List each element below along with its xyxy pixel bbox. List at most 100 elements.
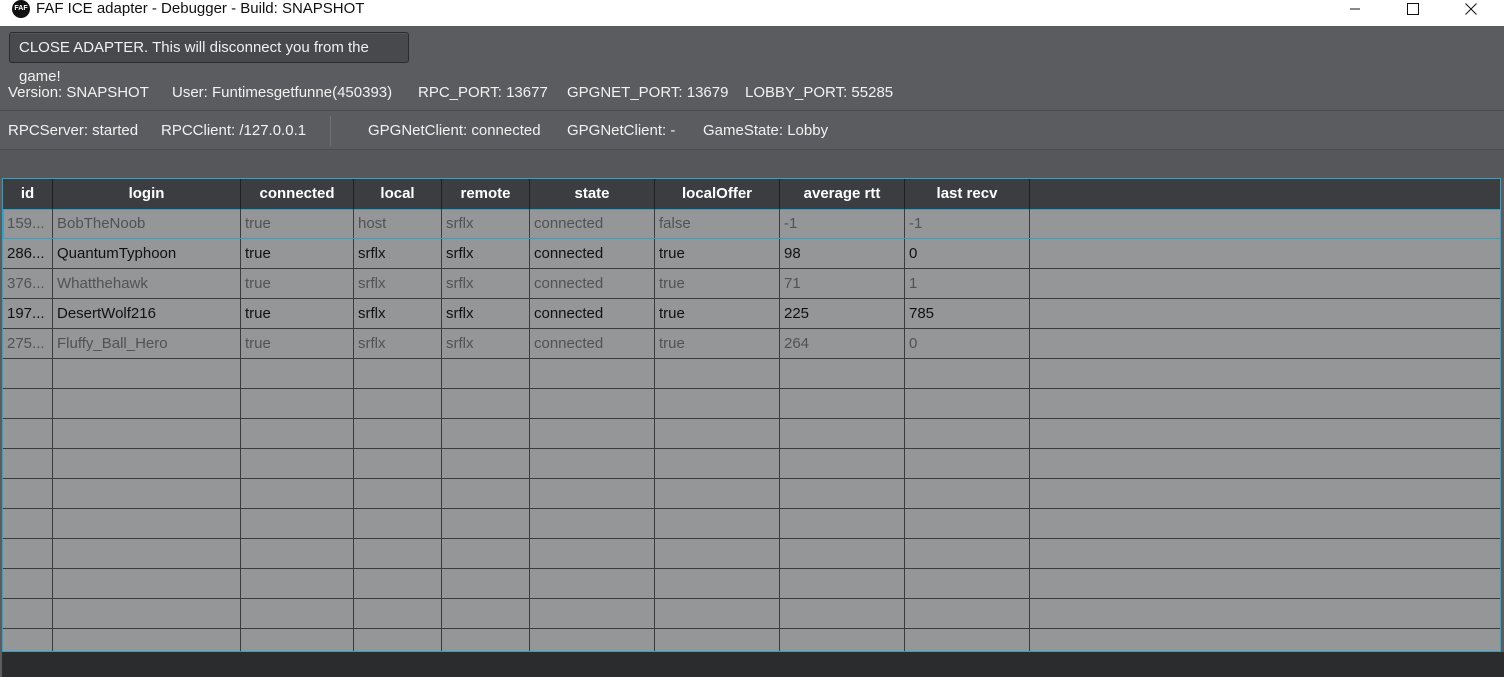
empty-cell (905, 629, 1030, 651)
column-header-connected[interactable]: connected (241, 179, 354, 209)
empty-table-row (3, 599, 1500, 629)
empty-cell (780, 569, 905, 598)
empty-cell (354, 629, 442, 651)
column-header-filler (1030, 179, 1500, 209)
cell-login: Whatthehawk (53, 269, 241, 298)
cell-id: 275... (3, 329, 53, 358)
cell-local-offer: false (655, 209, 780, 238)
empty-cell (442, 539, 530, 568)
peer-table[interactable]: id login connected local remote state localOff… (2, 178, 1501, 652)
empty-cell (530, 509, 655, 538)
maximize-icon (1407, 3, 1419, 15)
empty-cell (53, 539, 241, 568)
empty-cell (905, 569, 1030, 598)
column-header-id[interactable]: id (3, 179, 53, 209)
column-header-local[interactable]: local (354, 179, 442, 209)
cell-local-offer: true (655, 269, 780, 298)
empty-cell (241, 569, 354, 598)
empty-cell (53, 479, 241, 508)
cell-login: DesertWolf216 (53, 299, 241, 328)
empty-cell (780, 359, 905, 388)
column-header-login[interactable]: login (53, 179, 241, 209)
empty-cell (780, 629, 905, 651)
gpgnet-client-status: GPGNetClient: connected (368, 122, 541, 139)
empty-cell (53, 449, 241, 478)
bottom-panel (2, 652, 1504, 677)
empty-cell (655, 479, 780, 508)
column-header-last-recv[interactable]: last recv (905, 179, 1030, 209)
maximize-button[interactable] (1390, 0, 1436, 18)
empty-cell (3, 629, 53, 651)
empty-cell (241, 389, 354, 418)
cell-average-rtt: 264 (780, 329, 905, 358)
column-header-local-offer[interactable]: localOffer (655, 179, 780, 209)
empty-cell (3, 359, 53, 388)
empty-table-row (3, 479, 1500, 509)
empty-cell (780, 479, 905, 508)
empty-cell (3, 569, 53, 598)
empty-cell (3, 599, 53, 628)
empty-cell (655, 359, 780, 388)
cell-connected: true (241, 209, 354, 238)
close-window-button[interactable] (1448, 0, 1494, 18)
empty-cell (442, 449, 530, 478)
table-row[interactable]: 286... QuantumTyphoon true srflx srflx connec… (3, 239, 1500, 269)
empty-cell (53, 569, 241, 598)
empty-cell (354, 479, 442, 508)
empty-cell (354, 569, 442, 598)
cell-last-recv: 0 (905, 239, 1030, 268)
empty-cell (780, 449, 905, 478)
table-row[interactable]: 275... Fluffy_Ball_Hero true srflx srflx conn… (3, 329, 1500, 359)
empty-cell (780, 389, 905, 418)
rpc-client-status: RPCClient: /127.0.0.1 (161, 122, 307, 139)
cell-average-rtt: 98 (780, 239, 905, 268)
close-adapter-button[interactable]: CLOSE ADAPTER. This will disconnect you … (9, 32, 409, 85)
empty-cell (1030, 359, 1500, 388)
empty-cell (655, 509, 780, 538)
cell-id: 286... (3, 239, 53, 268)
column-header-remote[interactable]: remote (442, 179, 530, 209)
empty-cell (53, 599, 241, 628)
column-header-state[interactable]: state (530, 179, 655, 209)
empty-cell (354, 449, 442, 478)
cell-average-rtt: 71 (780, 269, 905, 298)
minimize-button[interactable] (1332, 0, 1378, 18)
empty-table-row (3, 509, 1500, 539)
empty-cell (354, 419, 442, 448)
cell-connected: true (241, 299, 354, 328)
cell-connected: true (241, 329, 354, 358)
user-label: User: Funtimesgetfunne(450393) (172, 84, 393, 101)
cell-average-rtt: 225 (780, 299, 905, 328)
cell-local: srflx (354, 239, 442, 268)
empty-cell (1030, 449, 1500, 478)
empty-cell (53, 629, 241, 651)
cell-average-rtt: -1 (780, 209, 905, 238)
status-separator (330, 116, 331, 146)
empty-cell (530, 569, 655, 598)
empty-cell (241, 629, 354, 651)
empty-cell (655, 389, 780, 418)
table-row[interactable]: 197... DesertWolf216 true srflx srflx connect… (3, 299, 1500, 329)
cell-remote: srflx (442, 239, 530, 268)
empty-cell (3, 419, 53, 448)
empty-cell (53, 389, 241, 418)
empty-cell (442, 359, 530, 388)
empty-cell (53, 509, 241, 538)
empty-cell (1030, 299, 1500, 328)
empty-table-row (3, 359, 1500, 389)
empty-cell (241, 449, 354, 478)
table-row[interactable]: 376... Whatthehawk true srflx srflx connected… (3, 269, 1500, 299)
cell-local: srflx (354, 329, 442, 358)
empty-cell (241, 539, 354, 568)
table-row[interactable]: 159... BobTheNoob true host srflx connected fa… (3, 209, 1500, 239)
empty-cell (1030, 599, 1500, 628)
empty-cell (442, 509, 530, 538)
empty-cell (530, 539, 655, 568)
empty-cell (53, 359, 241, 388)
cell-local-offer: true (655, 329, 780, 358)
cell-connected: true (241, 239, 354, 268)
empty-cell (442, 479, 530, 508)
empty-cell (530, 479, 655, 508)
empty-cell (780, 509, 905, 538)
column-header-average-rtt[interactable]: average rtt (780, 179, 905, 209)
